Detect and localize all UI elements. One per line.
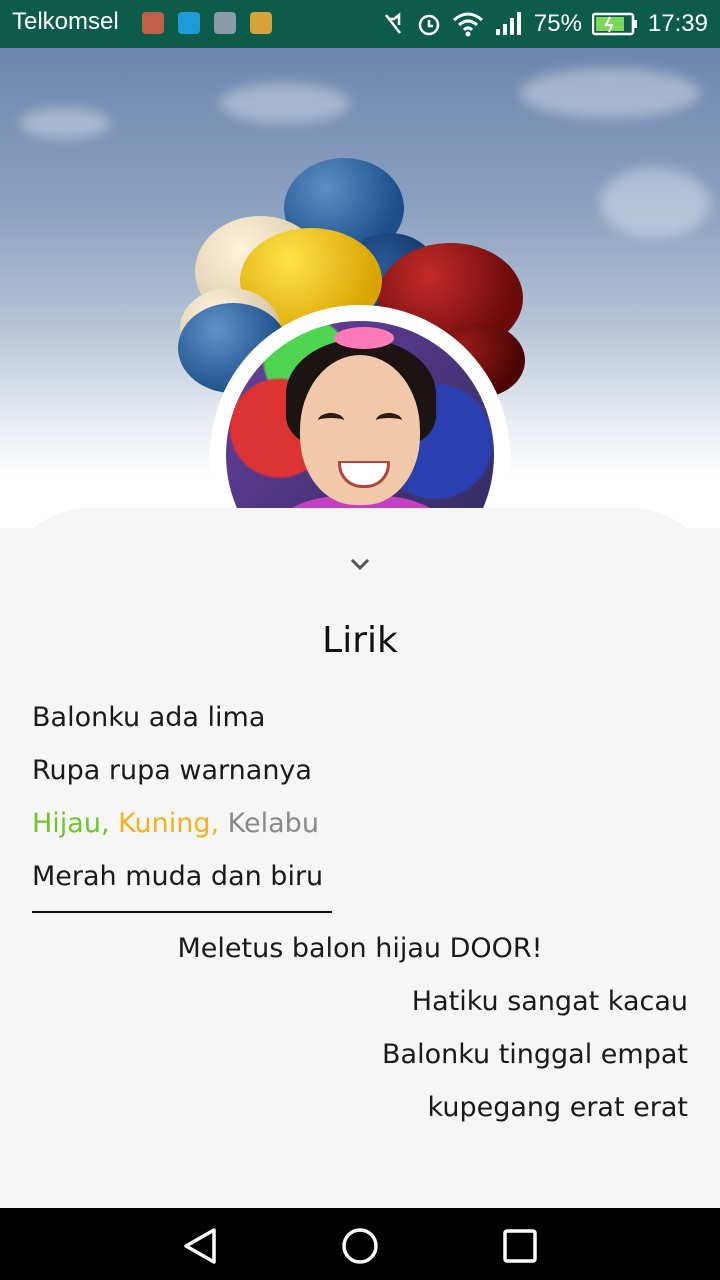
home-circle-icon[interactable]	[340, 1226, 380, 1266]
signal-icon	[495, 12, 521, 35]
lyric-line: Hatiku sangat kacau	[411, 986, 688, 1017]
recents-square-icon[interactable]	[502, 1228, 538, 1264]
lyrics-title: Lirik	[322, 620, 398, 661]
lyrics-sheet: Lirik Balonku ada lima Rupa rupa warnany…	[0, 508, 720, 1208]
alarm-icon	[418, 14, 440, 36]
lyric-word-green: Hijau,	[32, 808, 110, 839]
lyric-line-chorus: Meletus balon hijau DOOR!	[177, 933, 543, 964]
lyric-line: Merah muda dan biru	[32, 861, 324, 892]
lyric-line: kupegang erat erat	[427, 1092, 688, 1123]
wifi-icon	[452, 12, 483, 37]
clock: 17:39	[647, 10, 708, 37]
battery-percent: 75%	[533, 10, 582, 37]
navigation-bar	[0, 1208, 720, 1280]
lyric-line: Balonku ada lima	[32, 702, 266, 733]
notification-app-icon	[142, 12, 164, 34]
usb-icon	[178, 12, 200, 34]
status-bar: Telkomsel 75% 17:39	[0, 0, 720, 48]
lyrics-divider	[32, 911, 332, 913]
mute-icon	[384, 12, 401, 34]
lyric-line: Balonku tinggal empat	[382, 1039, 688, 1070]
carrier-name: Telkomsel	[12, 8, 119, 35]
gallery-icon	[214, 12, 236, 34]
lyric-word-yellow: Kuning,	[118, 808, 220, 839]
battery-charging-icon	[591, 12, 637, 36]
chevron-down-icon[interactable]	[348, 552, 372, 576]
game-app-icon	[250, 12, 272, 34]
lyric-line: Rupa rupa warnanya	[32, 755, 312, 786]
back-triangle-icon[interactable]	[180, 1226, 220, 1266]
lyric-word-gray: Kelabu	[227, 808, 319, 839]
lyric-line-colors: Hijau, Kuning, Kelabu	[32, 808, 319, 839]
